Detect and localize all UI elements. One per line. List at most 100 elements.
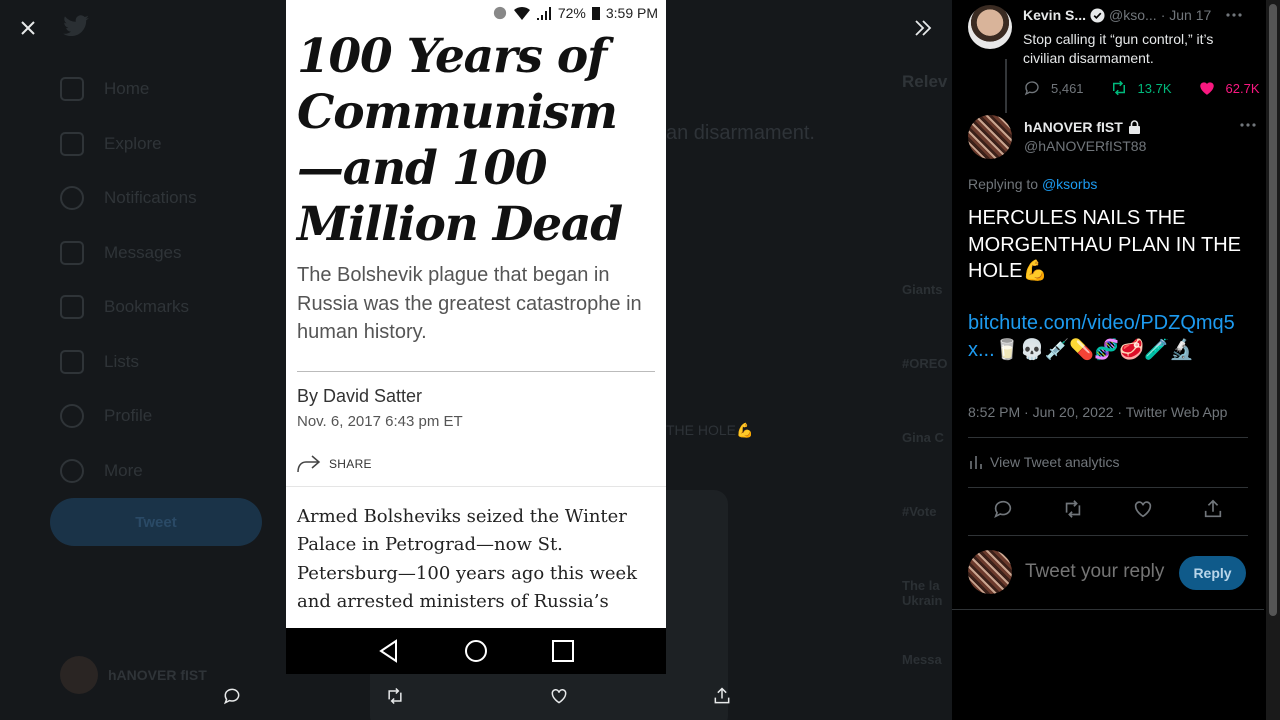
tweet-timestamp[interactable]: 8:52 PM · Jun 20, 2022 · Twitter Web App [968, 404, 1227, 420]
battery-icon [591, 7, 600, 20]
reply-icon[interactable] [992, 498, 1014, 520]
bg-nav-label: Notifications [104, 188, 197, 208]
reply-count[interactable]: 5,461 [1023, 79, 1084, 97]
avatar[interactable] [968, 550, 1012, 594]
article-date: Nov. 6, 2017 6:43 pm ET [297, 412, 463, 430]
retweet-icon [1112, 80, 1125, 96]
parent-tweet-metrics: 5,461 13.7K 62.7K [1023, 79, 1264, 97]
like-icon[interactable] [1132, 498, 1154, 520]
verified-badge-icon [1090, 7, 1105, 23]
retweet-icon[interactable] [385, 686, 405, 706]
article-title: 100 Years of Communism—and 100 Million D… [297, 29, 623, 252]
more-circle-icon [60, 458, 84, 483]
bg-trends: Giants #OREO Gina C #Vote The la Ukrain … [902, 282, 952, 720]
bg-nav-label: Lists [104, 351, 139, 371]
bg-account-name: hANOVER fIST [108, 667, 207, 683]
retweet-icon[interactable] [1062, 498, 1084, 520]
parent-tweet-text: Stop calling it “gun control,” it’s civi… [1023, 31, 1214, 66]
android-nav-bar [286, 628, 666, 674]
reply-composer: Reply [968, 549, 1250, 597]
close-icon[interactable] [16, 16, 40, 40]
divider [297, 370, 655, 372]
home-circle-icon [464, 640, 487, 662]
bg-nav-notifications: Notifications [60, 171, 197, 226]
bg-nav-label: Bookmarks [104, 297, 190, 317]
retweet-count[interactable]: 13.7K [1110, 79, 1172, 97]
more-options-icon[interactable] [1240, 123, 1256, 127]
tweet-actions [992, 498, 1224, 520]
mention-link[interactable]: @ksorbs [1042, 176, 1097, 192]
wifi-icon [513, 7, 530, 20]
like-icon[interactable] [549, 686, 569, 706]
article-byline: By David Satter [297, 385, 423, 406]
replying-to-label: Replying to [968, 176, 1042, 192]
avatar[interactable] [968, 5, 1012, 49]
bluetooth-icon [493, 6, 506, 20]
screen: Home Explore Notifications Messages Book… [0, 0, 1280, 720]
divider [968, 487, 1248, 488]
reply-icon [1024, 81, 1039, 96]
bg-tweet-fragment: THE HOLE💪 [666, 422, 754, 438]
bookmark-icon [60, 295, 84, 320]
bg-nav-bookmarks: Bookmarks [60, 280, 197, 335]
divider [968, 437, 1248, 438]
bg-nav-label: Explore [104, 133, 162, 153]
author-name[interactable]: hANOVER fIST [1024, 119, 1123, 135]
bg-nav-messages: Messages [60, 226, 197, 281]
view-analytics-link[interactable]: View Tweet analytics [968, 454, 1119, 470]
scrollbar[interactable] [1266, 0, 1280, 720]
share-icon[interactable] [1202, 498, 1224, 520]
hashtag-icon [60, 131, 84, 156]
bg-nav-home: Home [60, 62, 197, 117]
reply-icon[interactable] [222, 686, 242, 706]
tweet-emojis: 🥛💀💉💊🧬🥩🧪🔬 [994, 338, 1194, 361]
phone-status-bar: 72% 3:59 PM [286, 0, 666, 26]
bg-nav-explore: Explore [60, 117, 197, 172]
share-button: SHARE [297, 454, 655, 474]
replying-to: Replying to @ksorbs [968, 176, 1097, 192]
chevrons-right-icon[interactable] [910, 16, 936, 40]
article-screenshot: 72% 3:59 PM 100 Years of Communism—and 1… [286, 0, 666, 674]
lock-icon [1128, 120, 1140, 134]
clock: 3:59 PM [605, 5, 658, 21]
media-viewer-actions [222, 686, 732, 706]
twitter-logo-icon [63, 15, 89, 37]
parent-tweet-date[interactable]: · Jun 17 [1161, 7, 1212, 23]
bg-right-heading: Relev [902, 72, 948, 91]
bg-tweet-button: Tweet [50, 498, 262, 546]
tweet-detail-panel: Kevin S... @kso... · Jun 17 Stop calling… [952, 0, 1264, 720]
scrollbar-thumb[interactable] [1269, 4, 1277, 616]
person-icon [60, 404, 84, 429]
envelope-icon [60, 240, 84, 265]
bg-nav-label: Home [104, 79, 150, 99]
reply-count-value: 5,461 [1051, 80, 1084, 96]
avatar[interactable] [968, 115, 1012, 159]
divider [286, 485, 666, 487]
share-icon[interactable] [712, 686, 732, 706]
thread-line [1005, 59, 1007, 113]
tweet-text: HERCULES NAILS THE MORGENTHAU PLAN IN TH… [968, 207, 1241, 282]
bg-account-switcher: hANOVER fIST [60, 656, 207, 694]
bg-trend: #Vote [902, 504, 937, 519]
share-arrow-icon [297, 454, 321, 472]
reply-input[interactable] [1025, 561, 1175, 583]
tweet-link-line: bitchute.com/video/PDZQmq5x...🥛💀💉💊🧬🥩🧪🔬 [968, 310, 1258, 363]
bell-icon [60, 186, 84, 211]
parent-author-handle[interactable]: @kso... [1109, 7, 1157, 23]
home-icon [60, 77, 84, 102]
bg-nav-profile: Profile [60, 389, 197, 444]
analytics-label: View Tweet analytics [990, 454, 1120, 470]
like-count[interactable]: 62.7K [1198, 79, 1260, 97]
reply-button[interactable]: Reply [1179, 556, 1246, 590]
bg-trend: Giants [902, 282, 943, 297]
article-subtitle: The Bolshevik plague that began in Russi… [297, 264, 642, 343]
article-body: Armed Bolsheviks seized the Winter Palac… [297, 505, 638, 613]
bg-nav-more: More [60, 444, 197, 499]
like-count-value: 62.7K [1225, 80, 1260, 96]
more-options-icon[interactable] [1226, 13, 1242, 17]
author-handle[interactable]: @hANOVERfIST88 [1024, 138, 1146, 154]
parent-author-name[interactable]: Kevin S... [1023, 7, 1086, 23]
signal-icon [536, 7, 551, 20]
retweet-count-value: 13.7K [1137, 80, 1172, 96]
bg-nav-label: Profile [104, 406, 153, 426]
